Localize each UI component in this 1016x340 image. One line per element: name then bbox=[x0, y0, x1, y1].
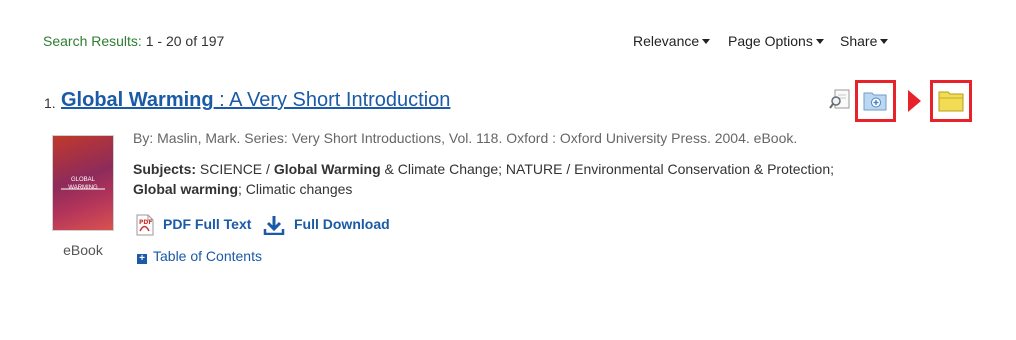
page-options-label: Page Options bbox=[728, 33, 813, 49]
arrow-right-icon bbox=[908, 90, 921, 112]
subjects-label: Subjects: bbox=[133, 161, 197, 177]
relevance-dropdown[interactable]: Relevance bbox=[633, 33, 711, 49]
caret-down-icon bbox=[702, 39, 711, 44]
page-options-dropdown[interactable]: Page Options bbox=[728, 33, 824, 49]
subjects-text: ; Climatic changes bbox=[238, 181, 353, 197]
full-download-link[interactable]: Full Download bbox=[294, 216, 390, 232]
pdf-full-text-link[interactable]: PDF Full Text bbox=[163, 216, 251, 232]
results-range: 1 - 20 of 197 bbox=[145, 33, 225, 49]
record-title-link[interactable]: Global Warming : A Very Short Introducti… bbox=[61, 89, 450, 111]
table-of-contents-toggle[interactable]: + Table of Contents bbox=[137, 248, 262, 264]
svg-text:PDF: PDF bbox=[139, 219, 152, 226]
book-cover[interactable]: GLOBAL WARMING bbox=[52, 135, 114, 231]
folder-icon[interactable] bbox=[938, 89, 964, 113]
format-label: eBook bbox=[63, 242, 103, 258]
toc-label: Table of Contents bbox=[153, 248, 262, 264]
add-to-folder-icon[interactable] bbox=[863, 89, 887, 111]
pdf-icon[interactable]: PDF bbox=[134, 214, 156, 236]
share-dropdown[interactable]: Share bbox=[840, 33, 889, 49]
expand-plus-icon: + bbox=[137, 254, 147, 264]
share-label: Share bbox=[840, 33, 878, 49]
subjects-text: & Climate Change; NATURE / Environmental… bbox=[380, 161, 835, 177]
download-icon[interactable] bbox=[263, 215, 285, 235]
relevance-label: Relevance bbox=[633, 33, 700, 49]
record-title: Global Warming : A Very Short Introducti… bbox=[61, 89, 450, 112]
subjects-highlight: Global Warming bbox=[273, 161, 381, 177]
record-byline: By: Maslin, Mark. Series: Very Short Int… bbox=[133, 130, 798, 146]
caret-down-icon bbox=[815, 39, 824, 44]
record-subjects: Subjects: SCIENCE / Global Warming & Cli… bbox=[133, 159, 873, 199]
preview-icon[interactable] bbox=[829, 88, 851, 110]
results-label: Search Results: bbox=[43, 33, 142, 49]
title-rest: : A Very Short Introduction bbox=[213, 89, 451, 111]
subjects-text: SCIENCE / bbox=[196, 161, 274, 177]
caret-down-icon bbox=[880, 39, 889, 44]
title-highlight: Global Warming bbox=[61, 89, 214, 111]
record-number: 1. bbox=[44, 95, 56, 111]
results-count: Search Results: 1 - 20 of 197 bbox=[43, 33, 224, 49]
subjects-highlight: Global warming bbox=[133, 181, 239, 197]
